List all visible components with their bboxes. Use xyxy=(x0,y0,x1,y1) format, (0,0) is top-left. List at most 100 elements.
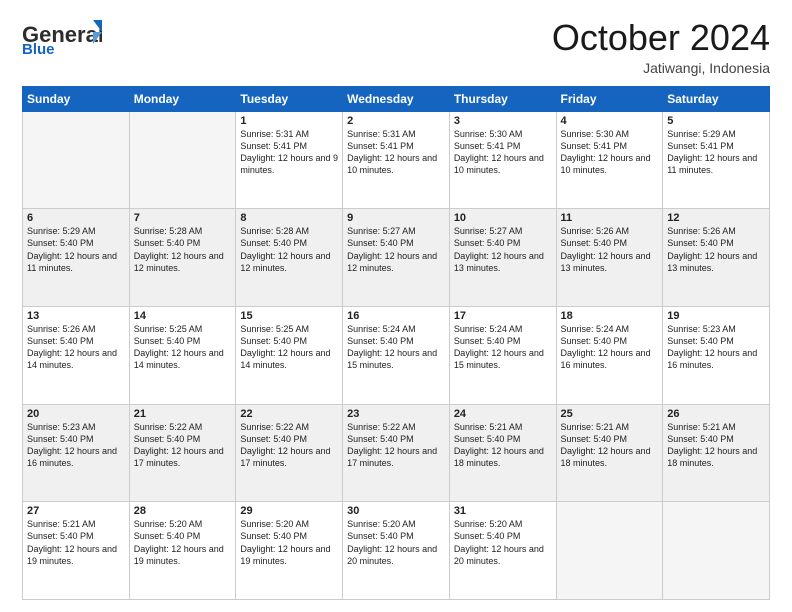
header: General Blue October 2024 Jatiwangi, Ind… xyxy=(22,18,770,76)
day-info: Sunrise: 5:28 AM Sunset: 5:40 PM Dayligh… xyxy=(240,225,338,274)
day-number: 28 xyxy=(134,505,232,517)
day-number: 22 xyxy=(240,408,338,420)
location: Jatiwangi, Indonesia xyxy=(552,60,770,76)
day-number: 7 xyxy=(134,212,232,224)
day-header-tuesday: Tuesday xyxy=(236,86,343,111)
calendar-day xyxy=(663,502,770,600)
calendar-week-3: 13Sunrise: 5:26 AM Sunset: 5:40 PM Dayli… xyxy=(23,306,770,404)
day-number: 19 xyxy=(667,310,765,322)
day-info: Sunrise: 5:22 AM Sunset: 5:40 PM Dayligh… xyxy=(347,421,445,470)
day-info: Sunrise: 5:24 AM Sunset: 5:40 PM Dayligh… xyxy=(561,323,659,372)
day-number: 20 xyxy=(27,408,125,420)
calendar-day: 23Sunrise: 5:22 AM Sunset: 5:40 PM Dayli… xyxy=(343,404,450,502)
day-number: 25 xyxy=(561,408,659,420)
calendar-day: 18Sunrise: 5:24 AM Sunset: 5:40 PM Dayli… xyxy=(556,306,663,404)
calendar-day: 12Sunrise: 5:26 AM Sunset: 5:40 PM Dayli… xyxy=(663,209,770,307)
calendar-day xyxy=(556,502,663,600)
day-number: 2 xyxy=(347,115,445,127)
day-info: Sunrise: 5:20 AM Sunset: 5:40 PM Dayligh… xyxy=(454,518,552,567)
calendar-day: 17Sunrise: 5:24 AM Sunset: 5:40 PM Dayli… xyxy=(449,306,556,404)
day-number: 3 xyxy=(454,115,552,127)
day-number: 6 xyxy=(27,212,125,224)
day-info: Sunrise: 5:27 AM Sunset: 5:40 PM Dayligh… xyxy=(347,225,445,274)
day-info: Sunrise: 5:31 AM Sunset: 5:41 PM Dayligh… xyxy=(240,128,338,177)
calendar-day: 1Sunrise: 5:31 AM Sunset: 5:41 PM Daylig… xyxy=(236,111,343,209)
calendar-day: 14Sunrise: 5:25 AM Sunset: 5:40 PM Dayli… xyxy=(129,306,236,404)
day-header-saturday: Saturday xyxy=(663,86,770,111)
calendar-day: 10Sunrise: 5:27 AM Sunset: 5:40 PM Dayli… xyxy=(449,209,556,307)
calendar-day: 22Sunrise: 5:22 AM Sunset: 5:40 PM Dayli… xyxy=(236,404,343,502)
calendar-week-5: 27Sunrise: 5:21 AM Sunset: 5:40 PM Dayli… xyxy=(23,502,770,600)
calendar-week-2: 6Sunrise: 5:29 AM Sunset: 5:40 PM Daylig… xyxy=(23,209,770,307)
month-title: October 2024 xyxy=(552,18,770,58)
day-number: 29 xyxy=(240,505,338,517)
day-number: 8 xyxy=(240,212,338,224)
day-number: 5 xyxy=(667,115,765,127)
calendar-day: 24Sunrise: 5:21 AM Sunset: 5:40 PM Dayli… xyxy=(449,404,556,502)
day-number: 15 xyxy=(240,310,338,322)
day-info: Sunrise: 5:25 AM Sunset: 5:40 PM Dayligh… xyxy=(134,323,232,372)
calendar-day: 20Sunrise: 5:23 AM Sunset: 5:40 PM Dayli… xyxy=(23,404,130,502)
day-number: 18 xyxy=(561,310,659,322)
calendar: SundayMondayTuesdayWednesdayThursdayFrid… xyxy=(22,86,770,600)
calendar-day: 6Sunrise: 5:29 AM Sunset: 5:40 PM Daylig… xyxy=(23,209,130,307)
day-header-monday: Monday xyxy=(129,86,236,111)
calendar-day: 30Sunrise: 5:20 AM Sunset: 5:40 PM Dayli… xyxy=(343,502,450,600)
day-number: 4 xyxy=(561,115,659,127)
calendar-day: 28Sunrise: 5:20 AM Sunset: 5:40 PM Dayli… xyxy=(129,502,236,600)
day-info: Sunrise: 5:23 AM Sunset: 5:40 PM Dayligh… xyxy=(667,323,765,372)
day-info: Sunrise: 5:21 AM Sunset: 5:40 PM Dayligh… xyxy=(454,421,552,470)
day-info: Sunrise: 5:20 AM Sunset: 5:40 PM Dayligh… xyxy=(240,518,338,567)
day-info: Sunrise: 5:24 AM Sunset: 5:40 PM Dayligh… xyxy=(347,323,445,372)
calendar-week-4: 20Sunrise: 5:23 AM Sunset: 5:40 PM Dayli… xyxy=(23,404,770,502)
calendar-day: 3Sunrise: 5:30 AM Sunset: 5:41 PM Daylig… xyxy=(449,111,556,209)
day-info: Sunrise: 5:29 AM Sunset: 5:40 PM Dayligh… xyxy=(27,225,125,274)
day-header-wednesday: Wednesday xyxy=(343,86,450,111)
day-info: Sunrise: 5:30 AM Sunset: 5:41 PM Dayligh… xyxy=(454,128,552,177)
calendar-day: 5Sunrise: 5:29 AM Sunset: 5:41 PM Daylig… xyxy=(663,111,770,209)
page: General Blue October 2024 Jatiwangi, Ind… xyxy=(0,0,792,612)
day-number: 10 xyxy=(454,212,552,224)
day-info: Sunrise: 5:28 AM Sunset: 5:40 PM Dayligh… xyxy=(134,225,232,274)
day-number: 13 xyxy=(27,310,125,322)
day-info: Sunrise: 5:22 AM Sunset: 5:40 PM Dayligh… xyxy=(240,421,338,470)
day-number: 16 xyxy=(347,310,445,322)
day-number: 27 xyxy=(27,505,125,517)
day-info: Sunrise: 5:29 AM Sunset: 5:41 PM Dayligh… xyxy=(667,128,765,177)
day-header-thursday: Thursday xyxy=(449,86,556,111)
calendar-day: 8Sunrise: 5:28 AM Sunset: 5:40 PM Daylig… xyxy=(236,209,343,307)
day-info: Sunrise: 5:21 AM Sunset: 5:40 PM Dayligh… xyxy=(561,421,659,470)
day-number: 1 xyxy=(240,115,338,127)
day-number: 9 xyxy=(347,212,445,224)
day-number: 30 xyxy=(347,505,445,517)
calendar-day: 11Sunrise: 5:26 AM Sunset: 5:40 PM Dayli… xyxy=(556,209,663,307)
day-info: Sunrise: 5:26 AM Sunset: 5:40 PM Dayligh… xyxy=(27,323,125,372)
day-number: 14 xyxy=(134,310,232,322)
day-info: Sunrise: 5:21 AM Sunset: 5:40 PM Dayligh… xyxy=(27,518,125,567)
day-info: Sunrise: 5:20 AM Sunset: 5:40 PM Dayligh… xyxy=(347,518,445,567)
calendar-day: 13Sunrise: 5:26 AM Sunset: 5:40 PM Dayli… xyxy=(23,306,130,404)
day-info: Sunrise: 5:26 AM Sunset: 5:40 PM Dayligh… xyxy=(667,225,765,274)
day-number: 12 xyxy=(667,212,765,224)
calendar-day: 21Sunrise: 5:22 AM Sunset: 5:40 PM Dayli… xyxy=(129,404,236,502)
day-info: Sunrise: 5:22 AM Sunset: 5:40 PM Dayligh… xyxy=(134,421,232,470)
day-number: 26 xyxy=(667,408,765,420)
day-info: Sunrise: 5:26 AM Sunset: 5:40 PM Dayligh… xyxy=(561,225,659,274)
calendar-header-row: SundayMondayTuesdayWednesdayThursdayFrid… xyxy=(23,86,770,111)
day-info: Sunrise: 5:20 AM Sunset: 5:40 PM Dayligh… xyxy=(134,518,232,567)
calendar-day: 26Sunrise: 5:21 AM Sunset: 5:40 PM Dayli… xyxy=(663,404,770,502)
day-info: Sunrise: 5:24 AM Sunset: 5:40 PM Dayligh… xyxy=(454,323,552,372)
day-number: 11 xyxy=(561,212,659,224)
calendar-day: 31Sunrise: 5:20 AM Sunset: 5:40 PM Dayli… xyxy=(449,502,556,600)
calendar-day: 7Sunrise: 5:28 AM Sunset: 5:40 PM Daylig… xyxy=(129,209,236,307)
calendar-day: 16Sunrise: 5:24 AM Sunset: 5:40 PM Dayli… xyxy=(343,306,450,404)
calendar-day: 29Sunrise: 5:20 AM Sunset: 5:40 PM Dayli… xyxy=(236,502,343,600)
calendar-day xyxy=(129,111,236,209)
logo-icon: General Blue xyxy=(22,18,102,54)
day-info: Sunrise: 5:23 AM Sunset: 5:40 PM Dayligh… xyxy=(27,421,125,470)
day-info: Sunrise: 5:27 AM Sunset: 5:40 PM Dayligh… xyxy=(454,225,552,274)
svg-text:Blue: Blue xyxy=(22,41,55,54)
day-info: Sunrise: 5:21 AM Sunset: 5:40 PM Dayligh… xyxy=(667,421,765,470)
title-block: October 2024 Jatiwangi, Indonesia xyxy=(552,18,770,76)
calendar-day xyxy=(23,111,130,209)
